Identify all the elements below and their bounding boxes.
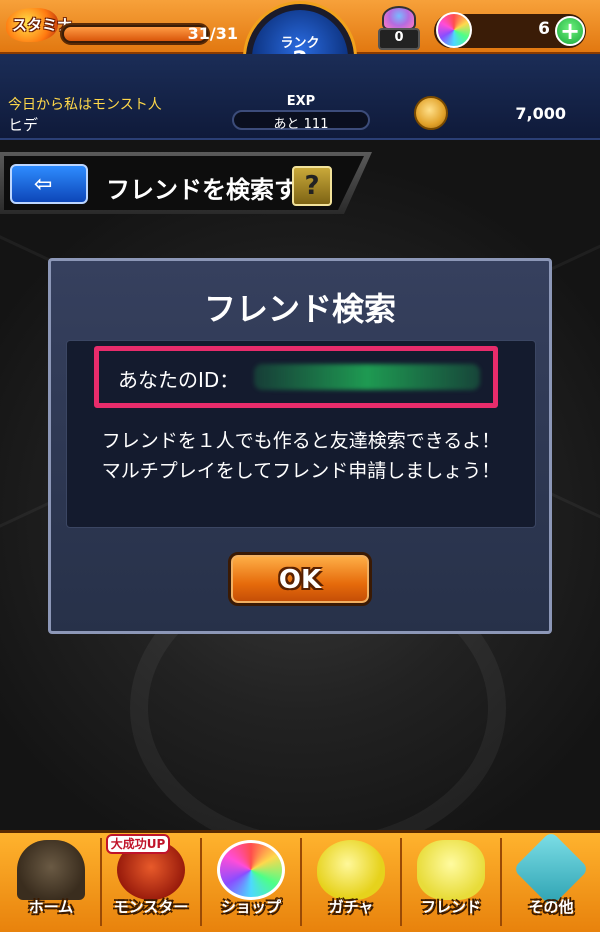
ok-label: OK bbox=[278, 565, 322, 595]
coin-icon bbox=[414, 96, 448, 130]
player-name: ヒデ bbox=[8, 116, 39, 134]
ok-button[interactable]: OK bbox=[228, 552, 372, 606]
dialog-title: フレンド検索 bbox=[203, 290, 396, 328]
help-button[interactable]: ? bbox=[292, 166, 332, 206]
id-label: あなたのID： bbox=[118, 368, 240, 392]
stamina-text: 31/31 bbox=[187, 24, 238, 43]
player-title: 今日から私はモンスト人 bbox=[8, 97, 162, 113]
promo-badge: 大成功UP bbox=[106, 834, 170, 854]
home-icon bbox=[17, 840, 85, 900]
nav-label: ガチャ bbox=[328, 898, 374, 916]
gacha-icon bbox=[317, 840, 385, 900]
nav-item-shop[interactable]: ショップ bbox=[202, 834, 300, 928]
exp-remaining: あと 111 bbox=[273, 117, 329, 132]
nav-item-other[interactable]: その他 bbox=[502, 830, 600, 928]
exp-label: EXP bbox=[286, 94, 316, 109]
dialog-message-line1: フレンドを１人でも作ると友達検索できるよ！ bbox=[101, 430, 501, 452]
stamina-bar: 31/31 bbox=[60, 23, 238, 45]
exp-box: EXP あと 111 bbox=[222, 94, 380, 134]
dialog-message-line2: マルチプレイをしてフレンド申請しましょう！ bbox=[101, 460, 501, 482]
nav-label: その他 bbox=[528, 898, 574, 916]
orb-icon bbox=[436, 12, 472, 48]
gem-count: 6 bbox=[538, 19, 550, 39]
page-title: フレンドを検索する bbox=[106, 176, 322, 204]
shop-icon bbox=[217, 840, 285, 900]
add-gem-button[interactable]: + bbox=[555, 16, 585, 46]
coin-value: 7,000 bbox=[515, 104, 566, 123]
id-value-redacted bbox=[254, 364, 480, 390]
nav-label: モンスター bbox=[113, 898, 189, 916]
capsule-count: 0 bbox=[394, 30, 404, 45]
friend-icon bbox=[417, 840, 485, 900]
capsule-icon[interactable]: 0 bbox=[378, 6, 420, 54]
back-arrow-icon: ⇦ bbox=[34, 172, 53, 197]
exp-pill: あと 111 bbox=[232, 110, 370, 132]
nav-item-friend[interactable]: フレンド bbox=[402, 834, 500, 928]
nav-item-home[interactable]: ホーム bbox=[2, 834, 100, 928]
nav-label: ショップ bbox=[220, 898, 281, 916]
nav-label: フレンド bbox=[420, 898, 481, 916]
nav-item-gacha[interactable]: ガチャ bbox=[302, 834, 400, 928]
back-button[interactable]: ⇦ bbox=[10, 164, 88, 204]
capsule-top bbox=[382, 6, 416, 30]
nav-label: ホーム bbox=[28, 898, 74, 916]
